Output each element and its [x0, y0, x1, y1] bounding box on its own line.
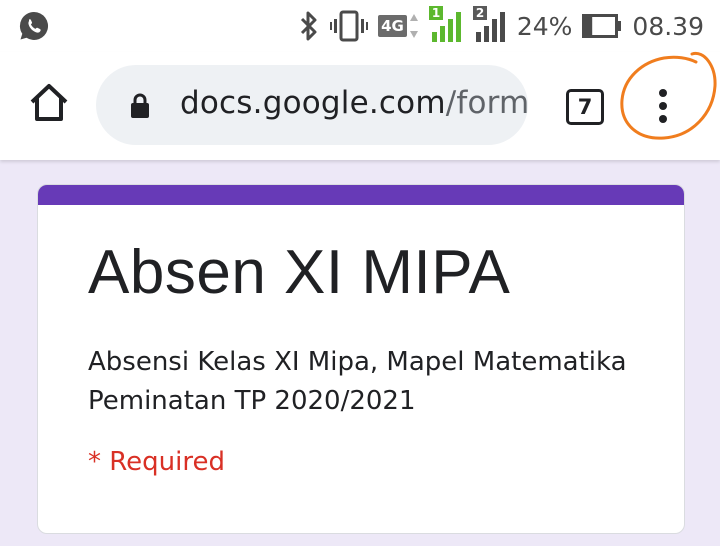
url-text: docs.google.com/form: [180, 85, 529, 121]
address-bar[interactable]: docs.google.com/form: [96, 65, 529, 145]
form-title: Absen XI MIPA: [88, 238, 511, 307]
bluetooth-icon: [298, 10, 320, 42]
form-description: Absensi Kelas XI Mipa, Mapel Matematika …: [88, 347, 627, 416]
required-note: * Required: [88, 447, 225, 477]
whatsapp-icon: [18, 10, 50, 47]
tab-switcher-button[interactable]: 7: [566, 89, 604, 125]
home-button[interactable]: [28, 82, 70, 124]
form-header-card: Absen XI MIPA Absensi Kelas XI Mipa, Map…: [37, 184, 685, 534]
url-path: /form: [445, 85, 530, 121]
vibrate-icon: [330, 10, 369, 42]
battery-icon: [582, 14, 622, 38]
browser-toolbar: docs.google.com/form 7: [0, 52, 720, 160]
card-accent-bar: [38, 185, 684, 205]
battery-percent: 24%: [516, 11, 573, 41]
home-icon: [30, 84, 68, 121]
4g-icon: 4G: [378, 12, 419, 40]
url-domain: docs.google.com: [180, 85, 446, 121]
signal-sim1-icon: 1: [428, 6, 463, 44]
more-vert-icon[interactable]: [650, 86, 676, 126]
signal-sim2-icon: 2: [472, 6, 507, 44]
status-bar: 4G 1 2 24% 08.39: [0, 0, 720, 52]
lock-icon: [130, 93, 150, 124]
form-page: Absen XI MIPA Absensi Kelas XI Mipa, Map…: [0, 160, 720, 546]
clock: 08.39: [632, 11, 704, 41]
